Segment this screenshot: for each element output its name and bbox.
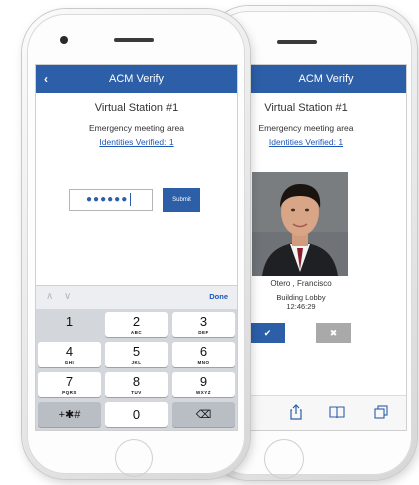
tabs-icon[interactable]: [374, 405, 388, 419]
front-identities-link[interactable]: Identities Verified: 1: [36, 137, 237, 147]
back-identities-link[interactable]: Identities Verified: 1: [246, 137, 406, 147]
backspace-icon: ⌫: [195, 409, 212, 421]
phone-back-speaker: [277, 40, 317, 44]
share-icon[interactable]: [290, 404, 302, 420]
key-2[interactable]: 2 ABC: [105, 312, 168, 337]
front-station-title: Virtual Station #1: [94, 102, 179, 114]
keyboard-accessory-bar: ∧ ∨ Done: [36, 285, 237, 310]
front-screen: ‹ ACM Verify Virtual Station #1 Emergenc…: [36, 65, 237, 430]
submit-button[interactable]: Submit: [163, 188, 200, 212]
close-icon: ✖: [329, 328, 338, 338]
key-4[interactable]: 4 GHI: [38, 342, 101, 367]
approve-button[interactable]: ✔: [250, 323, 285, 343]
key-8[interactable]: 8 TUV: [105, 372, 168, 397]
key-9[interactable]: 9 WXYZ: [172, 372, 235, 397]
next-field-icon[interactable]: ∨: [64, 291, 71, 302]
key-0[interactable]: 0: [105, 402, 168, 427]
pin-input[interactable]: ●●●●●●: [69, 189, 153, 211]
key-7[interactable]: 7 PQRS: [38, 372, 101, 397]
location-label: Building Lobby: [276, 293, 326, 302]
front-header-title: ACM Verify: [108, 73, 164, 85]
key-5[interactable]: 5 JKL: [105, 342, 168, 367]
previous-field-icon[interactable]: ∧: [46, 291, 53, 302]
text-caret: [130, 192, 132, 206]
back-area-label: Emergency meeting area: [258, 123, 354, 133]
back-screen: ACM Verify Virtual Station #1 Emergency …: [246, 65, 406, 430]
key-1[interactable]: 1: [38, 312, 101, 337]
verified-time: 12:46:29: [286, 302, 316, 311]
back-chevron-icon[interactable]: ‹: [44, 65, 48, 93]
front-area-label: Emergency meeting area: [89, 123, 184, 133]
back-header-title: ACM Verify: [298, 73, 354, 85]
reject-button[interactable]: ✖: [316, 323, 351, 343]
key-6[interactable]: 6 MNO: [172, 342, 235, 367]
back-station-title: Virtual Station #1: [264, 102, 348, 114]
front-camera: [60, 36, 68, 44]
back-app-header: ACM Verify: [246, 65, 406, 93]
pin-mask: ●●●●●●: [86, 194, 129, 205]
check-icon: ✔: [263, 328, 272, 338]
key-symbols[interactable]: +✱#: [38, 402, 101, 427]
phone-back-home-button[interactable]: [265, 440, 303, 478]
phone-front-speaker: [114, 38, 154, 42]
person-name: Otero , Francisco: [270, 279, 332, 288]
keyboard-done-button[interactable]: Done: [209, 292, 228, 301]
bookmarks-icon[interactable]: [329, 406, 345, 419]
key-3[interactable]: 3 DEF: [172, 312, 235, 337]
backspace-key[interactable]: ⌫: [172, 402, 235, 427]
person-photo: [252, 172, 348, 276]
phone-front-home-button[interactable]: [116, 440, 152, 476]
front-app-header: ‹ ACM Verify: [36, 65, 237, 93]
numeric-keypad: 1 2 ABC 3 DEF 4 GHI 5 JKL 6 MNO 7 PQRS 8 TUV 9W…: [36, 309, 237, 430]
browser-toolbar: [246, 395, 406, 430]
